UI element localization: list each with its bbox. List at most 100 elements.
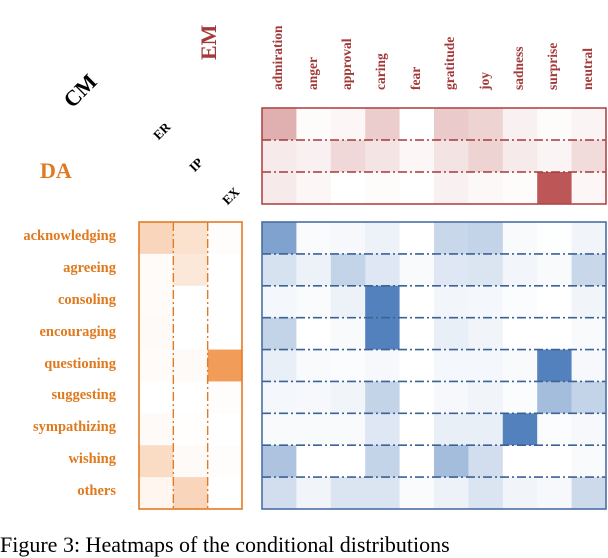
cm-da-heatmap-cell-suggesting-ER xyxy=(139,381,174,414)
cm-da-heatmap-cell-consoling-EX xyxy=(207,285,243,318)
em-da-heatmap-cell-wishing-caring xyxy=(365,445,400,478)
cm-da-heatmap-cell-questioning-ER xyxy=(139,349,174,382)
em-da-heatmap-cell-consoling-admiration xyxy=(262,285,297,318)
em-da-heatmap-cell-questioning-anger xyxy=(296,349,332,382)
em-da-heatmap-cell-acknowledging-gratitude xyxy=(434,222,469,255)
cm-da-heatmap-cell-wishing-EX xyxy=(207,445,243,478)
em-cm-heatmap-cell-ER-approval xyxy=(330,108,366,141)
cm-da-heatmap-cell-consoling-ER xyxy=(139,285,174,318)
em-da-heatmap-cell-questioning-approval xyxy=(330,349,366,382)
em-da-heatmap-cell-wishing-anger xyxy=(296,445,332,478)
em-da-heatmap-cell-acknowledging-admiration xyxy=(262,222,297,255)
em-da-heatmap-cell-suggesting-anger xyxy=(296,381,332,414)
em-da-heatmap-cell-wishing-joy xyxy=(468,445,504,478)
em-da-heatmap-cell-wishing-gratitude xyxy=(434,445,469,478)
em-da-heatmap-cell-encouraging-admiration xyxy=(262,317,297,350)
em-da-heatmap-cell-others-gratitude xyxy=(434,477,469,510)
cm-da-heatmap-cell-sympathizing-ER xyxy=(139,413,174,446)
em-da-heatmap-cell-sympathizing-anger xyxy=(296,413,332,446)
em-da-heatmap-cell-sympathizing-caring xyxy=(365,413,400,446)
em-da-heatmap-cell-questioning-gratitude xyxy=(434,349,469,382)
em-cm-heatmap-cell-ER-admiration xyxy=(262,108,297,141)
cm-da-heatmap-cell-agreeing-ER xyxy=(139,253,174,287)
em-da-heatmap-cell-sympathizing-joy xyxy=(468,413,504,446)
em-cm-heatmap-cell-ER-neutral xyxy=(571,108,607,141)
em-da-heatmap-cell-acknowledging-fear xyxy=(399,222,435,255)
em-da-heatmap-cell-questioning-fear xyxy=(399,349,435,382)
em-da-heatmap-cell-consoling-sadness xyxy=(502,285,538,318)
em-cm-heatmap-cell-EX-anger xyxy=(296,172,332,205)
em-da-heatmap-cell-others-caring xyxy=(365,477,400,510)
em-cm-heatmap-cell-IP-surprise xyxy=(537,140,572,173)
cm-da-heatmap-cell-consoling-IP xyxy=(173,285,208,318)
em-da-heatmap-cell-wishing-fear xyxy=(399,445,435,478)
em-cm-heatmap-cell-IP-fear xyxy=(399,140,435,173)
cm-da-heatmap-cell-sympathizing-EX xyxy=(207,413,243,446)
em-cm-heatmap-cell-EX-sadness xyxy=(502,172,538,205)
em-da-heatmap-cell-encouraging-surprise xyxy=(537,317,572,350)
cm-da-heatmap-cell-acknowledging-EX xyxy=(207,222,243,255)
em-da-heatmap-cell-suggesting-approval xyxy=(330,381,366,414)
em-da-heatmap-cell-encouraging-caring xyxy=(365,317,400,350)
em-da-heatmap xyxy=(261,221,607,510)
em-cm-heatmap xyxy=(261,107,607,205)
em-da-heatmap-cell-wishing-surprise xyxy=(537,445,572,478)
em-da-heatmap-cell-agreeing-fear xyxy=(399,253,435,287)
em-da-heatmap-cell-agreeing-anger xyxy=(296,253,332,287)
em-da-heatmap-cell-others-admiration xyxy=(262,477,297,510)
em-cm-heatmap-cell-ER-anger xyxy=(296,108,332,141)
em-cm-heatmap-cell-IP-anger xyxy=(296,140,332,173)
em-cm-heatmap-cell-IP-caring xyxy=(365,140,400,173)
em-da-heatmap-cell-suggesting-fear xyxy=(399,381,435,414)
em-cm-heatmap-cell-ER-fear xyxy=(399,108,435,141)
em-da-heatmap-cell-agreeing-sadness xyxy=(502,253,538,287)
em-da-heatmap-cell-sympathizing-fear xyxy=(399,413,435,446)
em-cm-heatmap-cell-IP-sadness xyxy=(502,140,538,173)
em-da-heatmap-cell-acknowledging-surprise xyxy=(537,222,572,255)
em-cm-heatmap-cell-IP-admiration xyxy=(262,140,297,173)
cm-da-heatmap-cell-encouraging-EX xyxy=(207,317,243,350)
heatmap-figure xyxy=(138,107,607,510)
em-da-heatmap-cell-acknowledging-neutral xyxy=(571,222,607,255)
em-da-heatmap-cell-agreeing-joy xyxy=(468,253,504,287)
em-da-heatmap-cell-consoling-fear xyxy=(399,285,435,318)
em-da-heatmap-cell-suggesting-joy xyxy=(468,381,504,414)
em-da-heatmap-cell-wishing-sadness xyxy=(502,445,538,478)
cm-da-heatmap-cell-wishing-ER xyxy=(139,445,174,478)
em-da-heatmap-cell-acknowledging-joy xyxy=(468,222,504,255)
em-da-heatmap-cell-questioning-sadness xyxy=(502,349,538,382)
cm-da-heatmap xyxy=(138,221,243,510)
cm-da-heatmap-cell-others-EX xyxy=(207,477,243,510)
cm-da-heatmap-cell-sympathizing-IP xyxy=(173,413,208,446)
em-cm-heatmap-cell-IP-gratitude xyxy=(434,140,469,173)
cm-da-heatmap-cell-questioning-EX xyxy=(207,349,243,382)
em-cm-heatmap-cell-EX-fear xyxy=(399,172,435,205)
em-da-heatmap-cell-questioning-surprise xyxy=(537,349,572,382)
cm-da-heatmap-cell-acknowledging-IP xyxy=(173,222,208,255)
em-da-heatmap-cell-encouraging-sadness xyxy=(502,317,538,350)
em-cm-heatmap-cell-EX-approval xyxy=(330,172,366,205)
cm-da-heatmap-cell-wishing-IP xyxy=(173,445,208,478)
cm-da-heatmap-cell-questioning-IP xyxy=(173,349,208,382)
em-da-heatmap-cell-sympathizing-admiration xyxy=(262,413,297,446)
em-cm-heatmap-cell-EX-neutral xyxy=(571,172,607,205)
em-da-heatmap-cell-acknowledging-caring xyxy=(365,222,400,255)
em-da-heatmap-cell-suggesting-caring xyxy=(365,381,400,414)
em-da-heatmap-cell-others-anger xyxy=(296,477,332,510)
em-da-heatmap-cell-agreeing-admiration xyxy=(262,253,297,287)
em-da-heatmap-cell-sympathizing-gratitude xyxy=(434,413,469,446)
em-da-heatmap-cell-consoling-neutral xyxy=(571,285,607,318)
em-da-heatmap-cell-others-neutral xyxy=(571,477,607,510)
em-da-heatmap-cell-consoling-joy xyxy=(468,285,504,318)
em-da-heatmap-cell-suggesting-admiration xyxy=(262,381,297,414)
figure-caption: Figure 3: Heatmaps of the conditional di… xyxy=(0,532,450,557)
em-da-heatmap-cell-others-fear xyxy=(399,477,435,510)
em-da-heatmap-cell-questioning-admiration xyxy=(262,349,297,382)
em-da-heatmap-cell-wishing-approval xyxy=(330,445,366,478)
cm-da-heatmap-cell-encouraging-IP xyxy=(173,317,208,350)
em-da-heatmap-cell-others-approval xyxy=(330,477,366,510)
em-da-heatmap-cell-encouraging-neutral xyxy=(571,317,607,350)
em-da-heatmap-cell-questioning-caring xyxy=(365,349,400,382)
em-da-heatmap-cell-agreeing-approval xyxy=(330,253,366,287)
cm-da-heatmap-cell-others-IP xyxy=(173,477,208,510)
